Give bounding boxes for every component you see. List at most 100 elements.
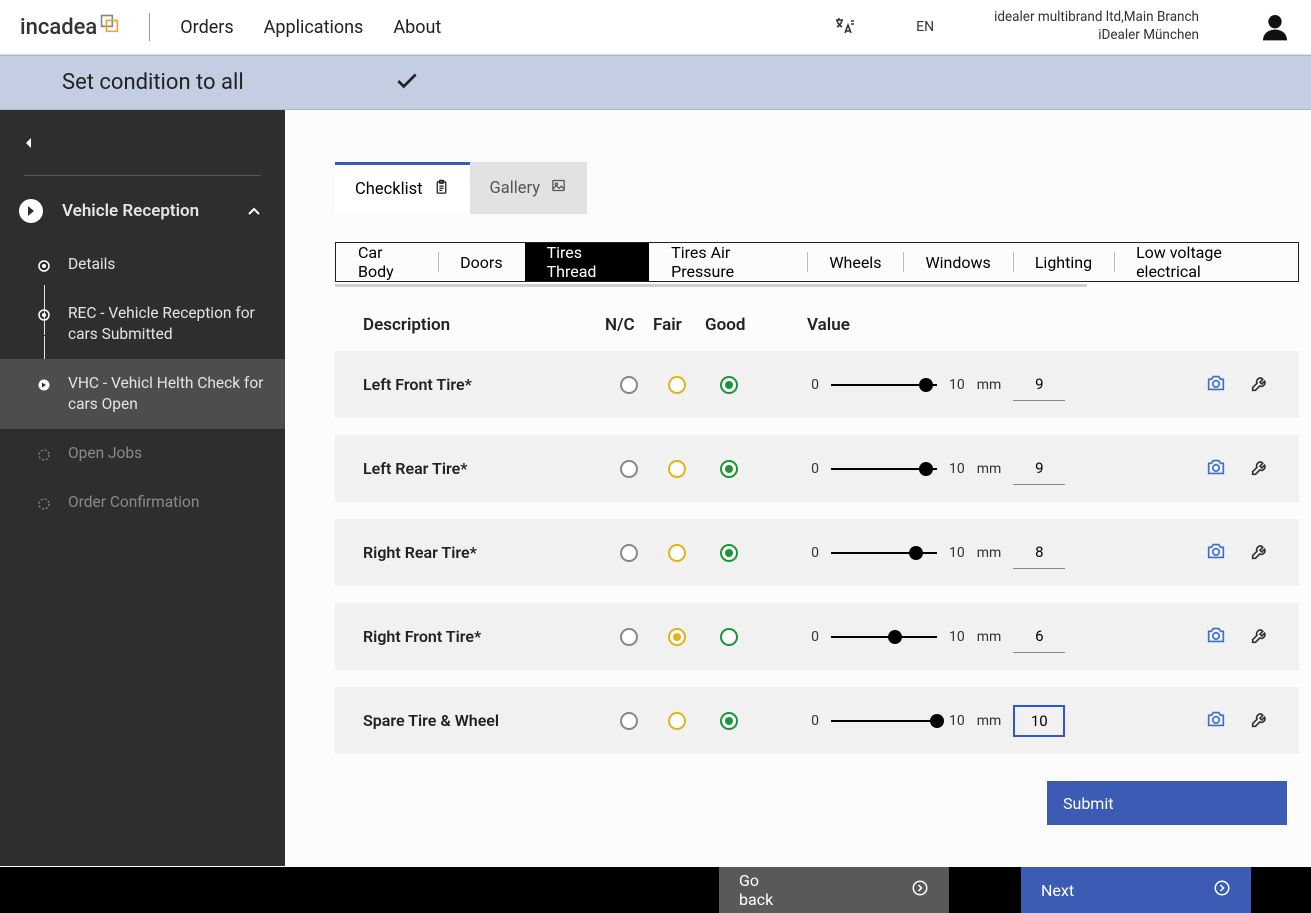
step-dot-empty-icon	[38, 495, 50, 507]
sidebar-list: Details REC - Vehicle Reception for cars…	[0, 240, 285, 526]
step-dot-icon	[38, 257, 50, 269]
next-button[interactable]: Next	[1021, 867, 1251, 913]
sidebar-item-open-jobs[interactable]: Open Jobs	[38, 429, 285, 478]
value-input[interactable]	[1013, 621, 1065, 653]
avatar-icon[interactable]	[1259, 11, 1291, 43]
slider-max: 10	[949, 377, 965, 393]
logo[interactable]: incadea	[20, 15, 119, 40]
unit-label: mm	[977, 461, 1002, 477]
language-label[interactable]: EN	[916, 19, 934, 35]
wrench-icon[interactable]	[1249, 624, 1271, 650]
slider-handle[interactable]	[919, 462, 933, 476]
camera-icon[interactable]	[1205, 624, 1227, 650]
step-dot-active-icon	[38, 376, 50, 388]
circle-arrow-right-icon	[911, 879, 929, 901]
unit-label: mm	[977, 545, 1002, 561]
radio-fair[interactable]	[668, 544, 686, 562]
cat-doors[interactable]: Doors	[438, 243, 524, 281]
wrench-icon[interactable]	[1249, 456, 1271, 482]
go-back-button[interactable]: Go back	[719, 867, 949, 913]
tab-label: Checklist	[355, 180, 423, 199]
translate-icon[interactable]	[832, 15, 856, 39]
value-input[interactable]	[1013, 537, 1065, 569]
footer-bar: Go back Next	[0, 867, 1311, 913]
slider-track[interactable]	[831, 636, 937, 638]
cat-wheels[interactable]: Wheels	[807, 243, 903, 281]
cat-tires-thread[interactable]: Tires Thread	[525, 243, 650, 281]
camera-icon[interactable]	[1205, 708, 1227, 734]
top-bar: incadea Orders Applications About EN ide…	[0, 0, 1311, 55]
sidebar-title-row[interactable]: Vehicle Reception	[0, 176, 285, 240]
nav-about[interactable]: About	[393, 17, 441, 38]
org-info: idealer multibrand ltd,Main Branch iDeal…	[994, 9, 1199, 44]
submit-label: Submit	[1063, 794, 1113, 813]
slider-handle[interactable]	[930, 714, 944, 728]
camera-icon[interactable]	[1205, 540, 1227, 566]
main-tabs: Checklist Gallery	[335, 162, 1299, 214]
cat-car-body[interactable]: Car Body	[336, 243, 438, 281]
sidebar-item-label: Details	[68, 254, 115, 275]
radio-nc[interactable]	[620, 712, 638, 730]
slider-track[interactable]	[831, 720, 937, 722]
sidebar-item-label: Open Jobs	[68, 443, 142, 464]
slider-handle[interactable]	[919, 378, 933, 392]
unit-label: mm	[977, 629, 1002, 645]
radio-fair[interactable]	[668, 712, 686, 730]
tab-checklist[interactable]: Checklist	[335, 162, 470, 214]
sidebar-item-details[interactable]: Details	[38, 240, 285, 289]
sidebar-item-order-confirmation[interactable]: Order Confirmation	[38, 478, 285, 527]
sidebar-item-rec[interactable]: REC - Vehicle Reception for cars Submitt…	[38, 289, 285, 359]
camera-icon[interactable]	[1205, 456, 1227, 482]
submit-button[interactable]: Submit	[1047, 781, 1287, 825]
radio-nc[interactable]	[620, 376, 638, 394]
radio-fair[interactable]	[668, 460, 686, 478]
radio-good[interactable]	[720, 544, 738, 562]
nav-orders[interactable]: Orders	[180, 17, 233, 38]
sidebar-item-label: Order Confirmation	[68, 492, 199, 513]
slider-min: 0	[805, 713, 819, 729]
slider-handle[interactable]	[888, 630, 902, 644]
wrench-icon[interactable]	[1249, 708, 1271, 734]
logo-icon	[99, 13, 119, 33]
check-icon[interactable]	[394, 68, 420, 98]
radio-good[interactable]	[720, 376, 738, 394]
th-nc: N/C	[605, 315, 653, 335]
wrench-icon[interactable]	[1249, 372, 1271, 398]
radio-fair[interactable]	[668, 628, 686, 646]
sidebar-item-label: REC - Vehicle Reception for cars Submitt…	[68, 303, 265, 345]
slider-handle[interactable]	[909, 546, 923, 560]
sidebar-item-vhc[interactable]: VHC - Vehicl Helth Check for cars Open	[0, 359, 285, 429]
radio-nc[interactable]	[620, 460, 638, 478]
tab-gallery[interactable]: Gallery	[470, 162, 588, 214]
step-dot-icon	[38, 306, 50, 318]
radio-good[interactable]	[720, 628, 738, 646]
value-input[interactable]	[1013, 369, 1065, 401]
radio-good[interactable]	[720, 460, 738, 478]
slider-track[interactable]	[831, 384, 937, 386]
slider-min: 0	[805, 629, 819, 645]
radio-good[interactable]	[720, 712, 738, 730]
table-row: Right Front Tire*010mm	[335, 603, 1299, 670]
value-input[interactable]	[1013, 705, 1065, 737]
category-tabs: Car Body Doors Tires Thread Tires Air Pr…	[335, 242, 1299, 282]
slider-min: 0	[805, 545, 819, 561]
radio-nc[interactable]	[620, 628, 638, 646]
nav-applications[interactable]: Applications	[264, 17, 364, 38]
slider-track[interactable]	[831, 552, 937, 554]
cat-tires-air[interactable]: Tires Air Pressure	[649, 243, 807, 281]
back-arrow-icon[interactable]	[24, 133, 34, 143]
category-scrollbar[interactable]	[335, 284, 1299, 287]
radio-nc[interactable]	[620, 544, 638, 562]
cat-lighting[interactable]: Lighting	[1013, 243, 1114, 281]
wrench-icon[interactable]	[1249, 540, 1271, 566]
radio-fair[interactable]	[668, 376, 686, 394]
cat-low-voltage[interactable]: Low voltage electrical	[1114, 243, 1298, 281]
tab-label: Gallery	[490, 179, 541, 198]
th-good: Good	[705, 315, 761, 335]
camera-icon[interactable]	[1205, 372, 1227, 398]
arrow-circle-icon	[18, 198, 44, 224]
value-input[interactable]	[1013, 453, 1065, 485]
cat-windows[interactable]: Windows	[903, 243, 1012, 281]
slider-track[interactable]	[831, 468, 937, 470]
th-value: Value	[807, 315, 850, 335]
